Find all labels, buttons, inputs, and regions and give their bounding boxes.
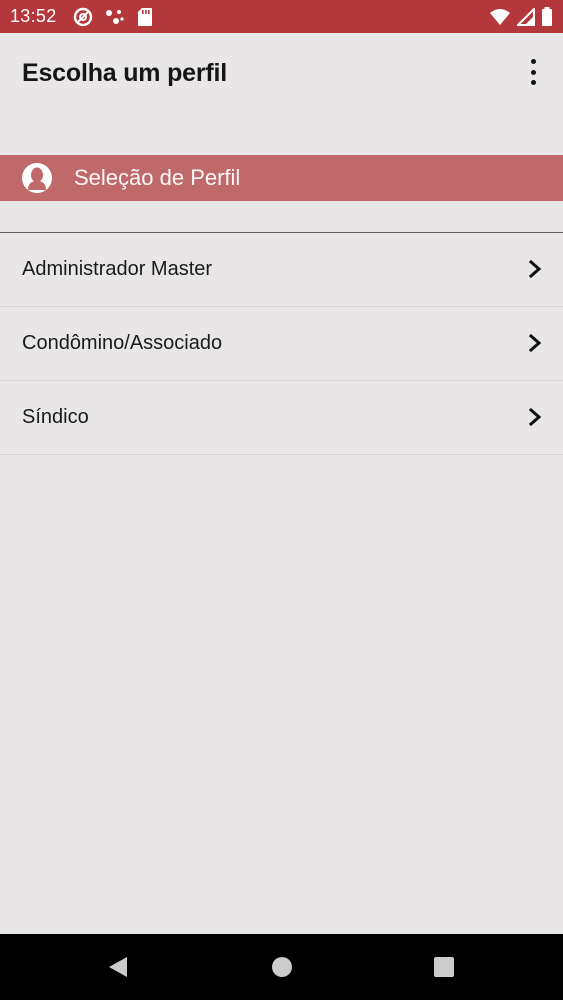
sd-card-icon [137,7,152,26]
home-icon[interactable] [271,956,293,978]
list-item-sindico[interactable]: Síndico [0,381,563,455]
status-bar: 13:52 [0,0,563,33]
share-dots-icon [105,9,124,24]
profile-list: Administrador Master Condômino/Associado… [0,233,563,455]
section-title: Seleção de Perfil [74,165,241,190]
list-item-label: Condômino/Associado [22,332,223,354]
status-time: 13:52 [10,6,57,26]
page-title: Escolha um perfil [22,58,227,87]
recents-icon[interactable] [433,956,455,978]
menu-dot [530,69,536,75]
chevron-right-icon [528,333,542,353]
menu-dot [530,80,536,85]
vpn-key-icon [73,7,92,26]
menu-dot [530,59,536,64]
chevron-right-icon [528,407,542,427]
system-nav-bar [0,934,563,1000]
app-bar: Escolha um perfil [0,33,563,113]
list-item-label: Administrador Master [22,258,213,280]
cellular-signal-icon [517,7,535,26]
list-item-administrador-master[interactable]: Administrador Master [0,233,563,307]
list-item-condomino-associado[interactable]: Condômino/Associado [0,307,563,381]
status-right-icons [489,6,553,27]
status-left-icons [73,7,153,27]
wifi-icon [490,8,510,25]
back-icon[interactable] [107,956,129,978]
list-item-label: Síndico [22,406,89,428]
battery-icon [542,6,552,26]
more-vert-icon[interactable] [521,57,545,87]
section-header: Seleção de Perfil [0,155,563,201]
chevron-right-icon [528,259,542,279]
person-silhouette-icon [22,163,52,193]
